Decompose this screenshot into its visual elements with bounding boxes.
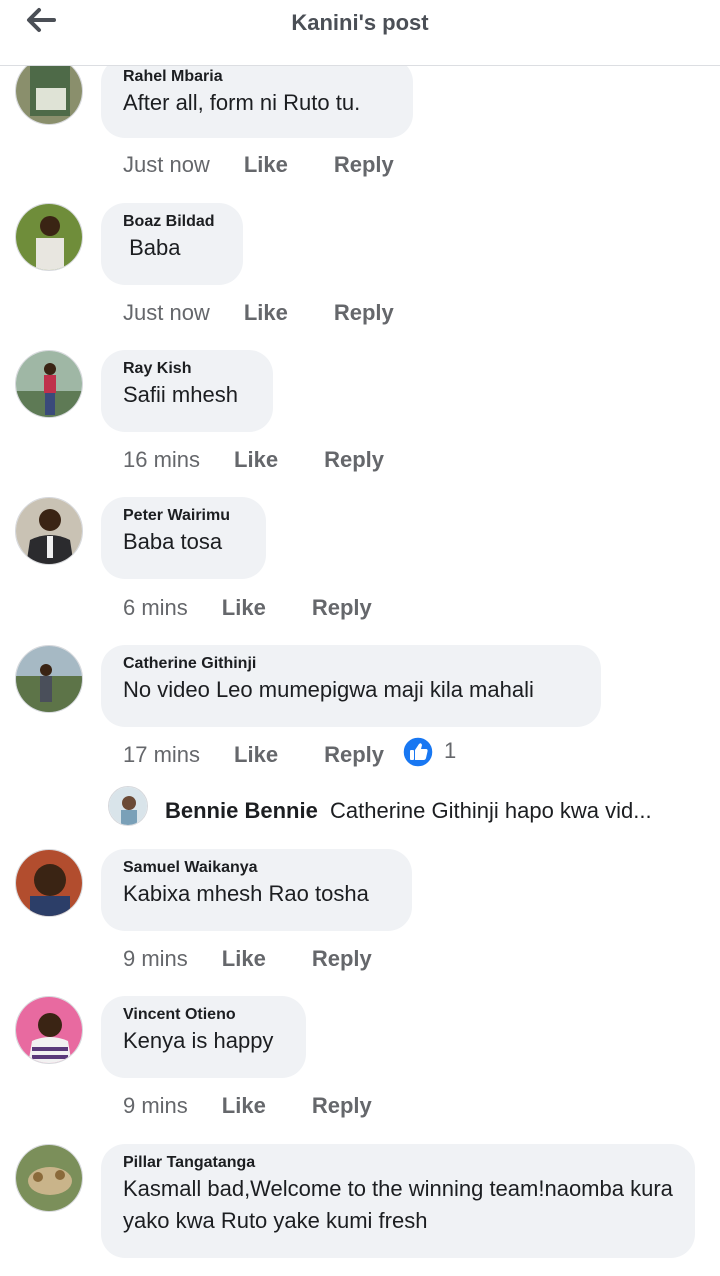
- top-bar: Kanini's post: [0, 0, 720, 66]
- reaction-count[interactable]: 1: [444, 738, 456, 764]
- avatar[interactable]: [15, 350, 83, 418]
- comment-bubble: Vincent Otieno Kenya is happy: [101, 996, 306, 1078]
- comment-author[interactable]: Rahel Mbaria: [123, 67, 391, 87]
- comment-time[interactable]: Just now: [123, 298, 210, 328]
- comment-actions: 6 mins Like Reply: [123, 593, 372, 623]
- comment-time[interactable]: Just now: [123, 150, 210, 180]
- comment-time[interactable]: 6 mins: [123, 593, 188, 623]
- reply-button[interactable]: Reply: [334, 150, 394, 180]
- reply-button[interactable]: Reply: [312, 1091, 372, 1121]
- comment-text: Baba tosa: [123, 529, 223, 554]
- comment-author[interactable]: Samuel Waikanya: [123, 858, 390, 878]
- page-title: Kanini's post: [291, 10, 429, 35]
- comment-text: Safii mhesh: [123, 382, 238, 407]
- comment-author[interactable]: Catherine Githinji: [123, 654, 579, 674]
- comment-author[interactable]: Ray Kish: [123, 359, 251, 379]
- reply-button[interactable]: Reply: [324, 740, 384, 770]
- comment-text: Kenya is happy: [123, 1028, 274, 1053]
- comment-bubble: Rahel Mbaria After all, form ni Ruto tu.: [101, 58, 413, 138]
- comment-time[interactable]: 9 mins: [123, 944, 188, 974]
- reaction-summary[interactable]: [402, 736, 434, 768]
- avatar[interactable]: [108, 786, 148, 826]
- comment-bubble: Samuel Waikanya Kabixa mhesh Rao tosha: [101, 849, 412, 931]
- comment-bubble: Pillar Tangatanga Kasmall bad,Welcome to…: [101, 1144, 695, 1258]
- comment-actions: 9 mins Like Reply: [123, 944, 372, 974]
- comment-text: Kasmall bad,Welcome to the winning team!…: [123, 1176, 680, 1233]
- reply-button[interactable]: Reply: [312, 593, 372, 623]
- avatar[interactable]: [15, 849, 83, 917]
- comment-text: After all, form ni Ruto tu.: [123, 90, 361, 115]
- reply-preview[interactable]: Bennie Bennie Catherine Githinji hapo kw…: [108, 786, 708, 826]
- like-button[interactable]: Like: [222, 1091, 266, 1121]
- like-reaction-icon: [402, 736, 434, 768]
- avatar[interactable]: [15, 57, 83, 125]
- avatar[interactable]: [15, 203, 83, 271]
- comment-bubble: Ray Kish Safii mhesh: [101, 350, 273, 432]
- like-button[interactable]: Like: [244, 298, 288, 328]
- comment-text: No video Leo mumepigwa maji kila mahali: [123, 677, 534, 702]
- like-button[interactable]: Like: [234, 445, 278, 475]
- comment-text: Kabixa mhesh Rao tosha: [123, 881, 369, 906]
- reply-button[interactable]: Reply: [334, 298, 394, 328]
- like-button[interactable]: Like: [222, 944, 266, 974]
- avatar[interactable]: [15, 996, 83, 1064]
- comment-actions: Just now Like Reply: [123, 298, 394, 328]
- comment-bubble: Peter Wairimu Baba tosa: [101, 497, 266, 579]
- like-button[interactable]: Like: [234, 740, 278, 770]
- comment-author[interactable]: Pillar Tangatanga: [123, 1153, 673, 1173]
- avatar[interactable]: [15, 645, 83, 713]
- comment-actions: 9 mins Like Reply: [123, 1091, 372, 1121]
- comment-actions: Just now Like Reply: [123, 150, 394, 180]
- avatar[interactable]: [15, 497, 83, 565]
- reply-button[interactable]: Reply: [324, 445, 384, 475]
- like-button[interactable]: Like: [244, 150, 288, 180]
- comment-bubble: Boaz Bildad Baba: [101, 203, 243, 285]
- like-button[interactable]: Like: [222, 593, 266, 623]
- comment-text: Baba: [123, 235, 181, 260]
- comment-actions: 16 mins Like Reply: [123, 445, 384, 475]
- comment-time[interactable]: 16 mins: [123, 445, 200, 475]
- comment-time[interactable]: 9 mins: [123, 1091, 188, 1121]
- avatar[interactable]: [15, 1144, 83, 1212]
- reply-button[interactable]: Reply: [312, 944, 372, 974]
- reply-author[interactable]: Bennie Bennie: [165, 798, 318, 824]
- comment-author[interactable]: Vincent Otieno: [123, 1005, 284, 1025]
- comment-author[interactable]: Peter Wairimu: [123, 506, 244, 526]
- comment-time[interactable]: 17 mins: [123, 740, 200, 770]
- comment-actions: 17 mins Like Reply: [123, 740, 384, 770]
- comment-bubble: Catherine Githinji No video Leo mumepigw…: [101, 645, 601, 727]
- reply-text: Catherine Githinji hapo kwa vid...: [330, 798, 652, 823]
- comment-author[interactable]: Boaz Bildad: [123, 212, 221, 232]
